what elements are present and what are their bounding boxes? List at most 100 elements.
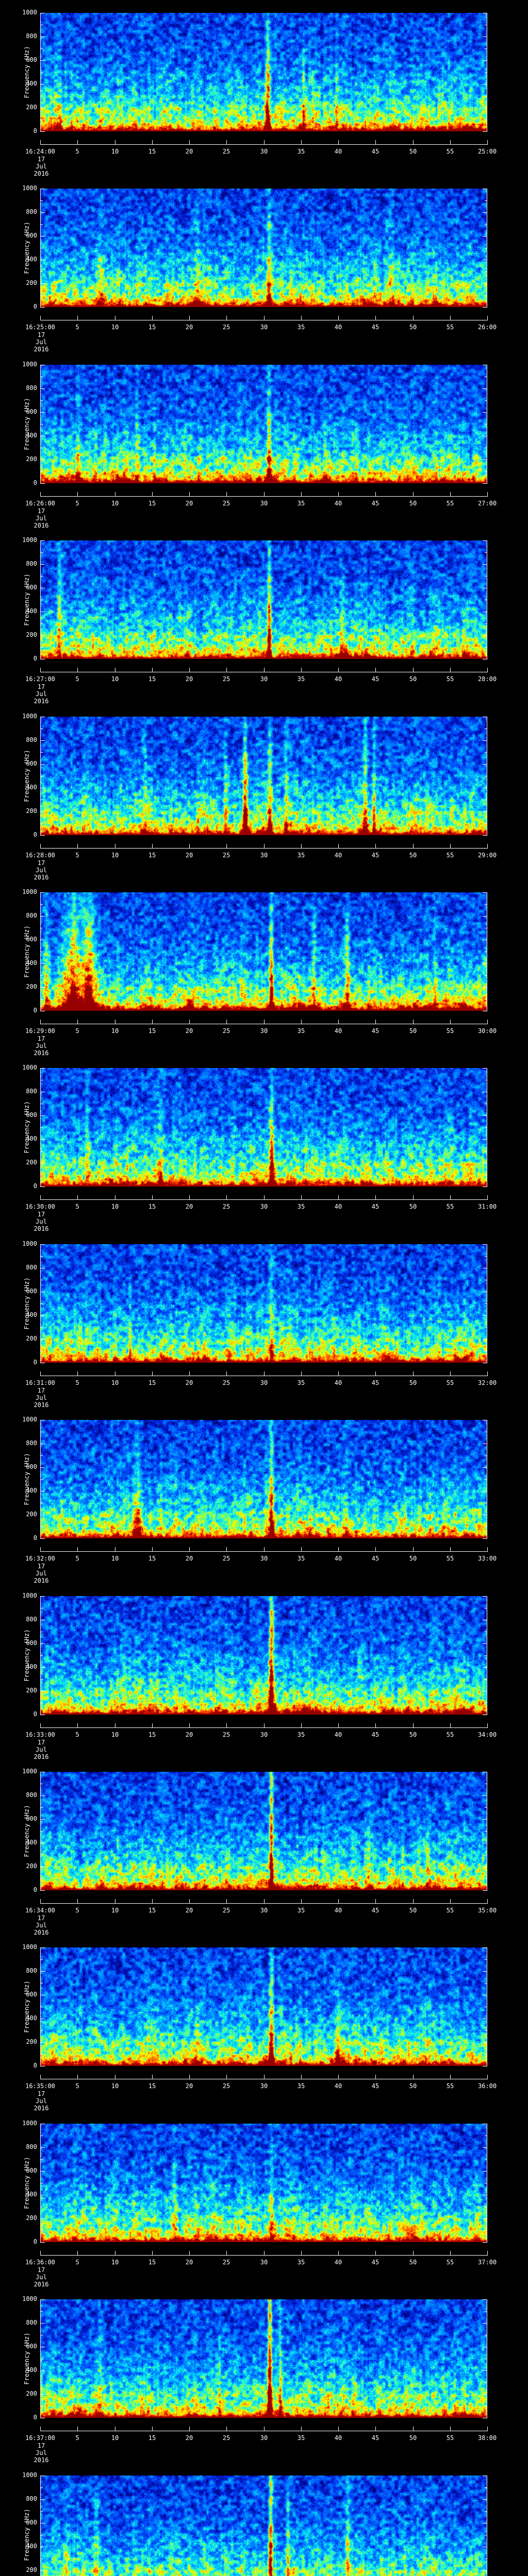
x-tick-label: 45 bbox=[371, 148, 380, 155]
x-tick bbox=[152, 1371, 153, 1376]
x-tick bbox=[375, 1195, 376, 1199]
x-tick-label: 50 bbox=[409, 852, 417, 859]
x-tick-label: 50 bbox=[409, 1555, 417, 1562]
x-tick bbox=[413, 668, 414, 672]
y-tick-label: 1000 bbox=[22, 713, 37, 720]
x-tick bbox=[338, 844, 339, 848]
spectrogram-panel: Frequency (Hz) 0 200 400 600 800 1000 16:28:00… bbox=[0, 704, 528, 881]
y-tick-label: 200 bbox=[26, 1862, 37, 1870]
date-line: 17 bbox=[37, 331, 45, 338]
y-tick-right bbox=[483, 283, 487, 284]
y-tick-label: 200 bbox=[26, 2566, 37, 2573]
y-tick-right bbox=[485, 647, 487, 648]
y-tick-label: 1000 bbox=[22, 2471, 37, 2479]
x-tick bbox=[450, 1371, 451, 1376]
x-tick-label: 45 bbox=[371, 1203, 380, 1210]
x-tick-label: 5 bbox=[75, 1379, 79, 1386]
x-tick bbox=[375, 140, 376, 144]
spectrogram-canvas bbox=[40, 1068, 487, 1187]
x-tick-label: 5 bbox=[75, 2434, 79, 2442]
x-tick-label: 10 bbox=[111, 1555, 119, 1562]
y-tick-left bbox=[41, 963, 45, 964]
x-start-time-label: 16:31:00 bbox=[25, 1379, 55, 1386]
x-tick-label: 45 bbox=[371, 852, 380, 859]
x-tick-label: 30 bbox=[260, 675, 268, 683]
spectrogram-canvas bbox=[40, 1420, 487, 1538]
y-tick-right bbox=[483, 2323, 487, 2324]
x-tick bbox=[487, 844, 488, 848]
date-line: 17 bbox=[37, 507, 45, 515]
x-tick bbox=[450, 1899, 451, 1903]
x-tick bbox=[152, 1547, 153, 1551]
x-tick bbox=[487, 1020, 488, 1024]
x-tick-label: 5 bbox=[75, 1731, 79, 1738]
x-tick-label: 35 bbox=[297, 500, 305, 507]
x-tick bbox=[450, 844, 451, 848]
x-tick bbox=[40, 1723, 41, 1727]
y-tick-left bbox=[41, 1819, 45, 1820]
y-tick-label: 1000 bbox=[22, 1943, 37, 1951]
y-tick-left bbox=[41, 2323, 45, 2324]
y-tick-left bbox=[41, 552, 43, 553]
x-tick-label: 35 bbox=[297, 2259, 305, 2266]
y-tick-right bbox=[483, 1339, 487, 1340]
x-tick bbox=[450, 492, 451, 496]
x-tick-label: 55 bbox=[446, 1379, 454, 1386]
x-tick-label: 45 bbox=[371, 1027, 380, 1035]
y-tick-right bbox=[485, 72, 487, 73]
spectrogram-canvas bbox=[40, 892, 487, 1011]
x-tick bbox=[152, 1020, 153, 1024]
x-tick-label: 50 bbox=[409, 148, 417, 155]
x-start-time-label: 16:30:00 bbox=[25, 1203, 55, 1210]
x-start-time-label: 16:26:00 bbox=[25, 500, 55, 507]
x-tick bbox=[301, 2075, 302, 2079]
date-line: 17 bbox=[37, 859, 45, 867]
y-tick-left bbox=[41, 2159, 43, 2160]
y-tick-left bbox=[41, 48, 43, 49]
y-tick-left bbox=[41, 483, 45, 484]
y-tick-label: 600 bbox=[26, 1111, 37, 1118]
x-tick bbox=[152, 140, 153, 144]
x-tick bbox=[450, 2075, 451, 2079]
x-tick bbox=[115, 1899, 116, 1903]
x-tick bbox=[115, 844, 116, 848]
x-tick bbox=[40, 492, 41, 496]
x-tick bbox=[450, 2427, 451, 2431]
y-tick-left bbox=[41, 2299, 45, 2300]
x-tick bbox=[152, 1899, 153, 1903]
y-tick-left bbox=[41, 2171, 45, 2172]
date-line: 17 bbox=[37, 156, 45, 163]
x-axis-line bbox=[40, 848, 488, 849]
y-tick-left bbox=[41, 60, 45, 61]
y-tick-label: 0 bbox=[33, 2238, 37, 2245]
y-tick-label: 800 bbox=[26, 2143, 37, 2150]
x-tick-label: 25 bbox=[222, 2082, 230, 2090]
x-end-time-label: 32:00 bbox=[477, 1379, 497, 1386]
y-tick-label: 800 bbox=[26, 1264, 37, 1271]
x-end-time-label: 26:00 bbox=[477, 324, 497, 331]
y-tick-left bbox=[41, 892, 45, 893]
y-tick-label: 200 bbox=[26, 104, 37, 111]
x-tick-label: 5 bbox=[75, 675, 79, 683]
y-tick-left bbox=[41, 1303, 43, 1304]
x-tick bbox=[152, 668, 153, 672]
y-tick-label: 800 bbox=[26, 736, 37, 743]
y-tick-label: 0 bbox=[33, 127, 37, 134]
y-tick-right bbox=[483, 307, 487, 308]
spectrogram-canvas bbox=[40, 540, 487, 659]
spectrogram-canvas bbox=[40, 2299, 487, 2418]
x-tick-label: 20 bbox=[185, 1027, 193, 1035]
x-tick bbox=[338, 1020, 339, 1024]
y-tick-label: 0 bbox=[33, 1534, 37, 1541]
spectrogram-canvas bbox=[40, 365, 487, 483]
y-tick-label: 400 bbox=[26, 2366, 37, 2374]
y-tick-right bbox=[483, 1315, 487, 1316]
x-tick bbox=[40, 2075, 41, 2079]
x-tick bbox=[226, 2251, 227, 2255]
date-line: 17 bbox=[37, 2442, 45, 2449]
y-tick-left bbox=[41, 212, 45, 213]
x-tick bbox=[301, 1195, 302, 1199]
x-tick-label: 20 bbox=[185, 852, 193, 859]
date-line: Jul bbox=[36, 690, 47, 698]
x-tick bbox=[375, 1899, 376, 1903]
